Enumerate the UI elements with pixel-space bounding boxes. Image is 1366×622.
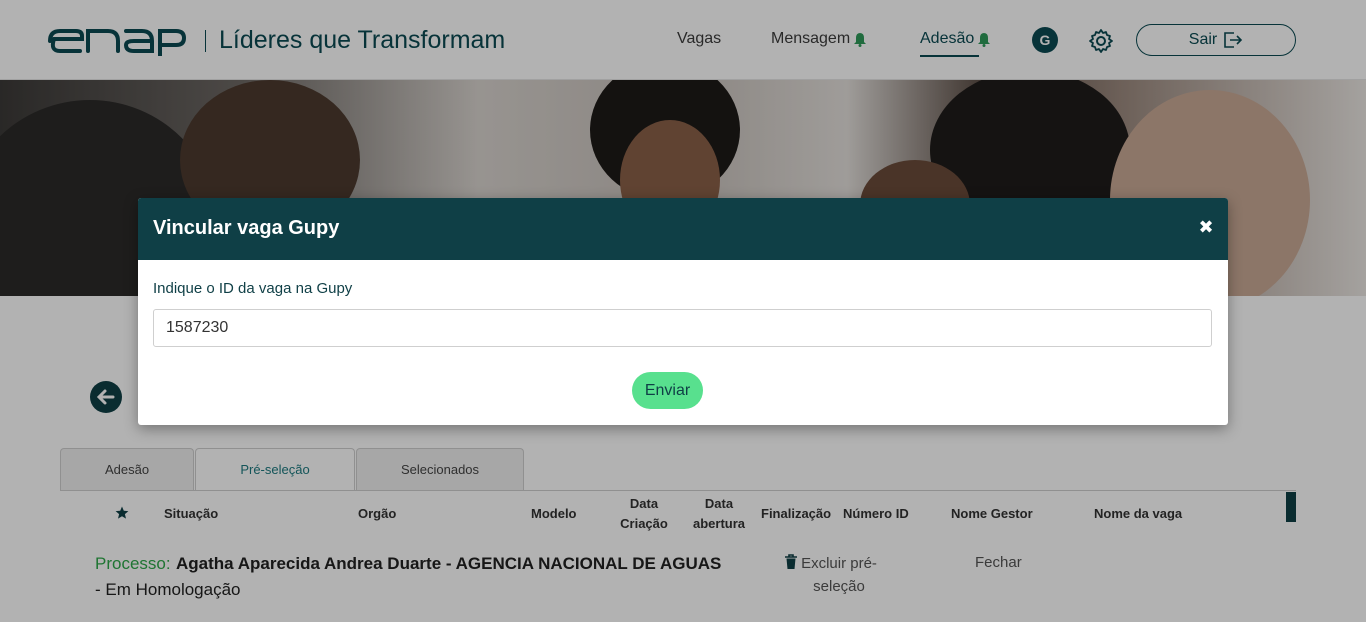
modal-header: Vincular vaga Gupy ✖ — [138, 198, 1228, 260]
gupy-id-input[interactable] — [153, 309, 1212, 347]
submit-button[interactable]: Enviar — [632, 372, 703, 409]
gupy-id-label: Indique o ID da vaga na Gupy — [153, 280, 353, 297]
modal-title: Vincular vaga Gupy — [153, 217, 340, 239]
link-gupy-modal: Vincular vaga Gupy ✖ Indique o ID da vag… — [138, 198, 1228, 425]
close-icon[interactable]: ✖ — [1197, 218, 1215, 236]
